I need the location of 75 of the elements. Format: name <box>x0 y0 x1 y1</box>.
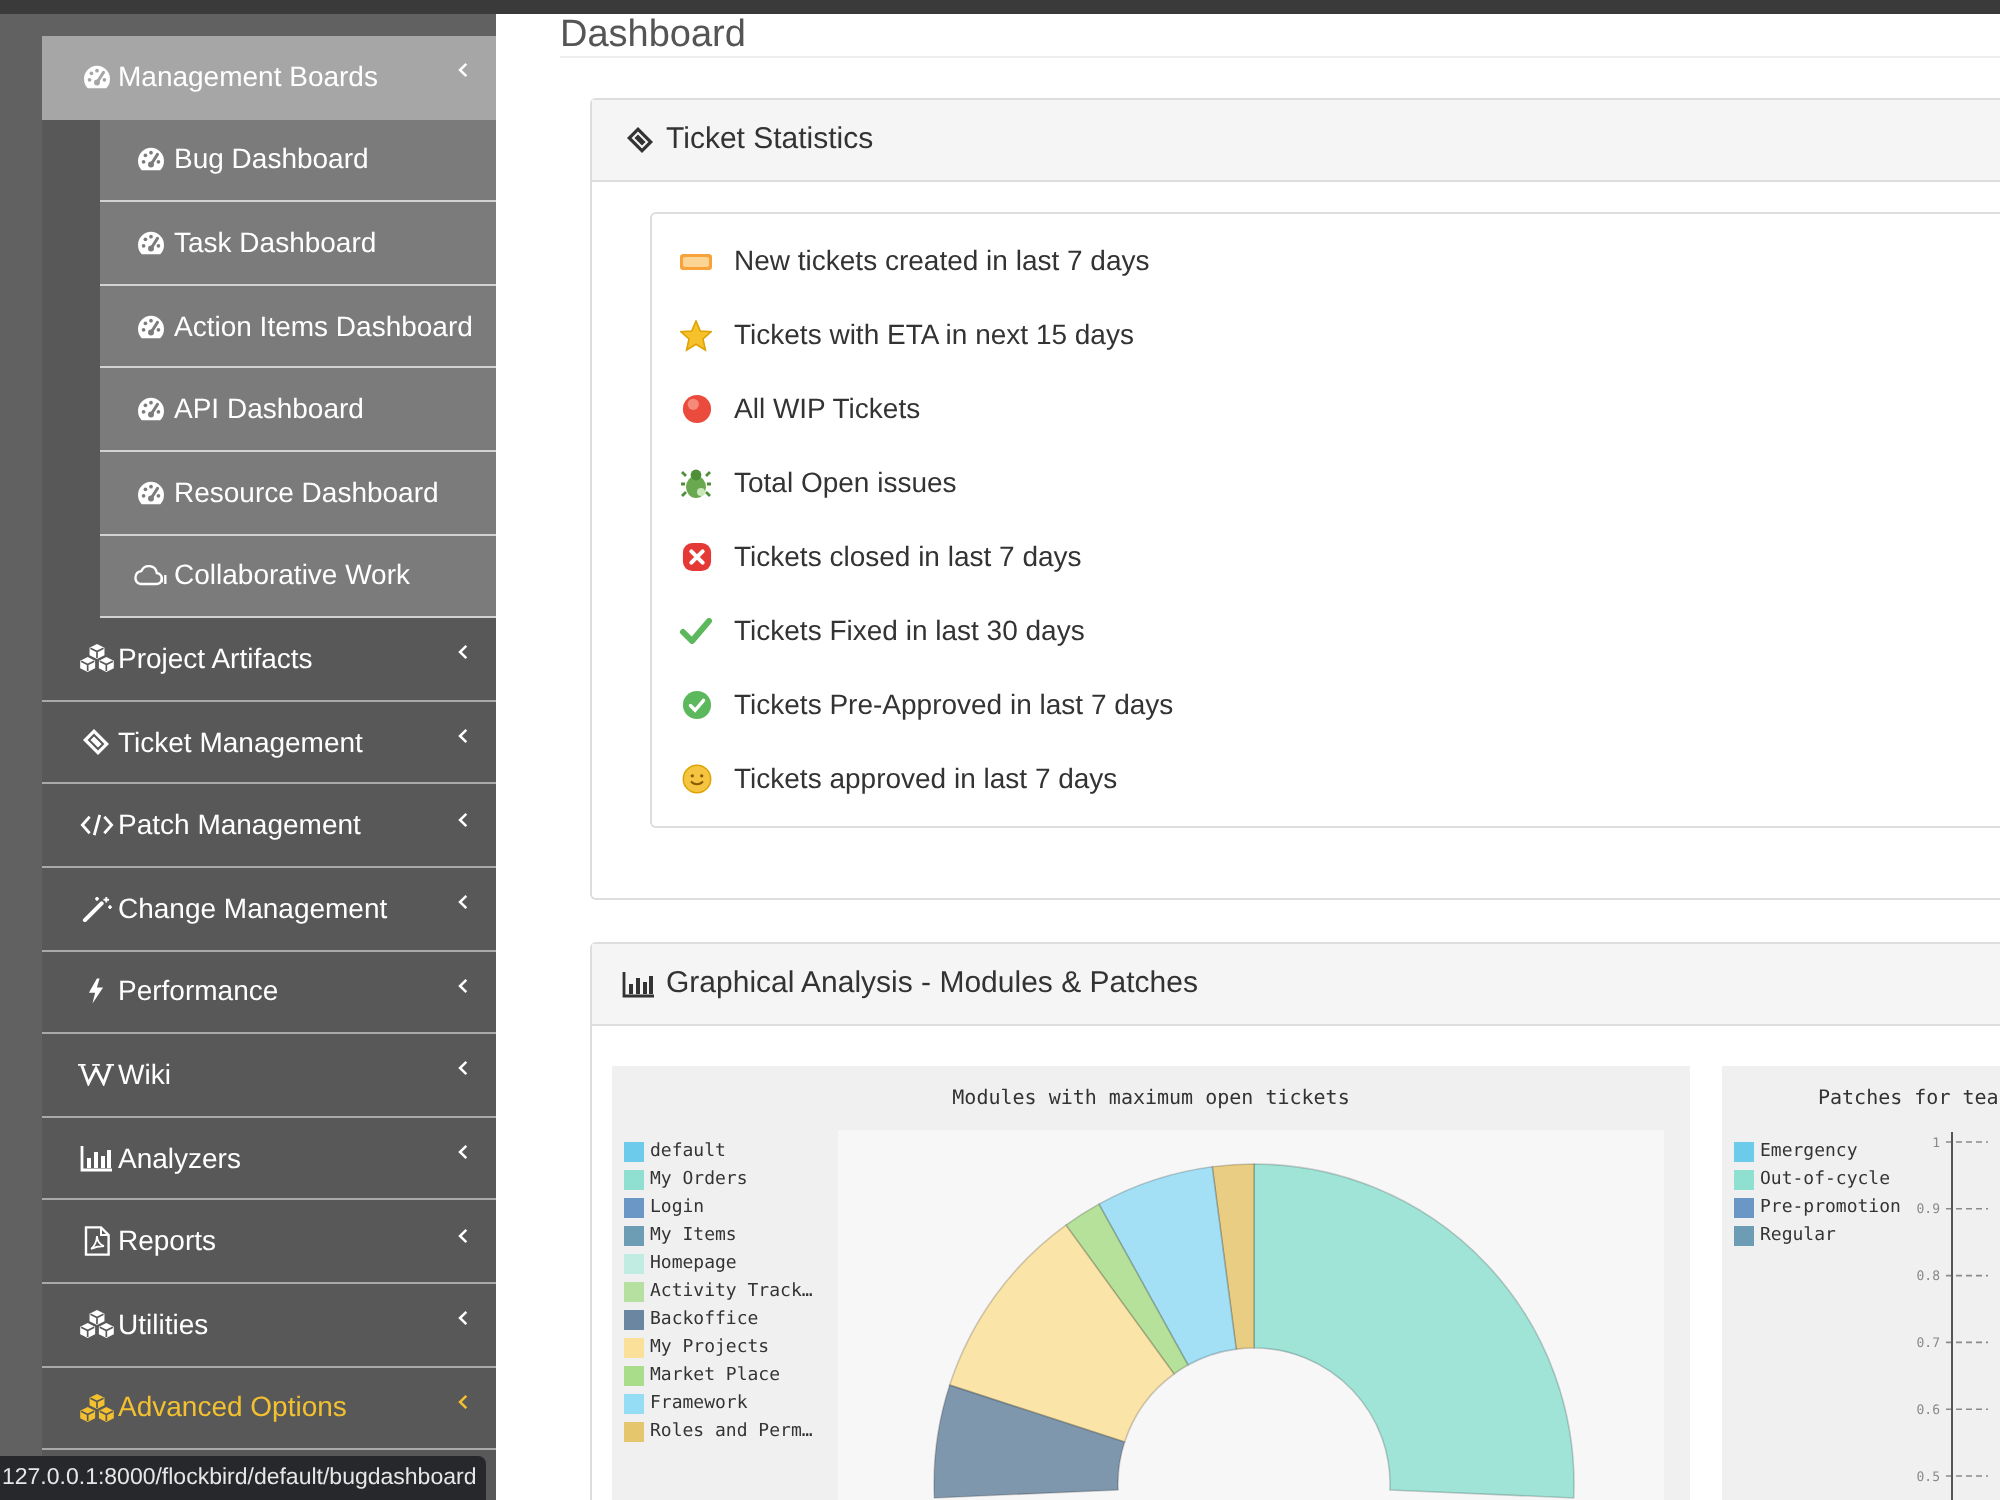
smiley-icon <box>681 764 711 794</box>
bolt-icon <box>88 978 104 1005</box>
legend-label: Emergency <box>1760 1141 1858 1163</box>
cloud-icon <box>132 564 168 587</box>
stat-label: Tickets approved in last 7 days <box>734 760 1118 798</box>
document-icon <box>83 1226 109 1257</box>
cubes-icon <box>79 644 113 673</box>
chevron-left-icon <box>458 644 468 661</box>
star-icon <box>680 319 712 351</box>
card-title: Graphical Analysis - Modules & Patches <box>666 963 1198 1004</box>
legend-label: My Orders <box>650 1169 748 1191</box>
gauge-icon <box>135 229 165 256</box>
checkmark-icon <box>680 618 712 644</box>
legend-label: Roles and Perm… <box>650 1421 813 1443</box>
chevron-left-icon <box>458 1393 468 1410</box>
stat-label: Tickets Fixed in last 30 days <box>734 612 1085 650</box>
chevron-left-icon <box>458 1144 468 1161</box>
gauge-icon <box>135 479 165 506</box>
bar-chart-icon <box>80 1145 112 1172</box>
gauge-icon <box>135 146 165 173</box>
legend-label: Out-of-cycle <box>1760 1169 1891 1191</box>
chevron-left-icon <box>458 894 468 911</box>
chevron-left-icon <box>458 977 468 994</box>
chart-title: Patches for tea <box>1818 1088 1999 1110</box>
chevron-left-icon <box>458 728 468 745</box>
code-icon <box>79 814 113 837</box>
legend-label: Framework <box>650 1393 748 1415</box>
chevron-left-icon <box>458 1310 468 1327</box>
legend-label: Login <box>650 1197 705 1219</box>
w-icon <box>78 1062 114 1087</box>
check-circle-icon <box>681 690 711 720</box>
stat-label: New tickets created in last 7 days <box>734 242 1150 280</box>
submenu-item[interactable]: API Dashboard <box>100 368 496 452</box>
chevron-left-icon <box>458 62 468 79</box>
ball-icon <box>681 394 711 424</box>
card-title: Ticket Statistics <box>666 119 874 160</box>
bar-chart-icon <box>622 971 654 997</box>
gauge-icon <box>135 396 165 423</box>
sidebar-item[interactable]: Advanced Options <box>42 1367 496 1451</box>
chart-title: Modules with maximum open tickets <box>952 1088 1350 1110</box>
stat-label: Tickets Pre-Approved in last 7 days <box>734 686 1174 724</box>
stat-label: Total Open issues <box>734 464 957 502</box>
stat-label: All WIP Tickets <box>734 390 921 428</box>
legend-label: Homepage <box>650 1253 737 1275</box>
legend-label: My Items <box>650 1225 737 1247</box>
stat-label: Tickets closed in last 7 days <box>734 538 1082 576</box>
cubes-icon <box>79 1310 113 1339</box>
gauge-icon <box>135 313 165 340</box>
chevron-left-icon <box>458 1227 468 1244</box>
submenu-item[interactable]: Task Dashboard <box>100 202 496 286</box>
legend-label: Backoffice <box>650 1309 759 1331</box>
legend-label: Regular <box>1760 1225 1836 1247</box>
stat-label: Tickets with ETA in next 15 days <box>734 316 1134 354</box>
chevron-left-icon <box>458 811 468 828</box>
legend-label: Market Place <box>650 1365 781 1387</box>
page-title: Dashboard <box>560 16 746 56</box>
chevron-left-icon <box>458 1060 468 1077</box>
link-status-bubble: 127.0.0.1:8000/flockbird/default/bugdashboard <box>0 1456 487 1500</box>
bug-icon <box>680 467 712 499</box>
legend-label: Pre-promotion <box>1760 1197 1901 1219</box>
magic-wand-icon <box>81 895 111 922</box>
gauge-icon <box>81 63 111 90</box>
legend-label: default <box>650 1141 726 1163</box>
ticket-icon <box>82 728 110 757</box>
legend-label: Activity Track… <box>650 1281 813 1303</box>
sidebar-item[interactable]: Analyzers <box>42 1117 496 1201</box>
submenu-item[interactable]: Bug Dashboard <box>100 119 496 203</box>
legend-label: My Projects <box>650 1337 770 1359</box>
submenu-item[interactable]: Collaborative Work <box>100 535 496 619</box>
sidebar-item[interactable]: Performance <box>42 951 496 1035</box>
submenu-item[interactable]: Resource Dashboard <box>100 451 496 536</box>
new-badge-icon <box>680 253 712 269</box>
submenu-item[interactable]: Action Items Dashboard <box>100 285 496 369</box>
cubes-icon <box>79 1393 113 1422</box>
ticket-icon <box>626 126 654 154</box>
